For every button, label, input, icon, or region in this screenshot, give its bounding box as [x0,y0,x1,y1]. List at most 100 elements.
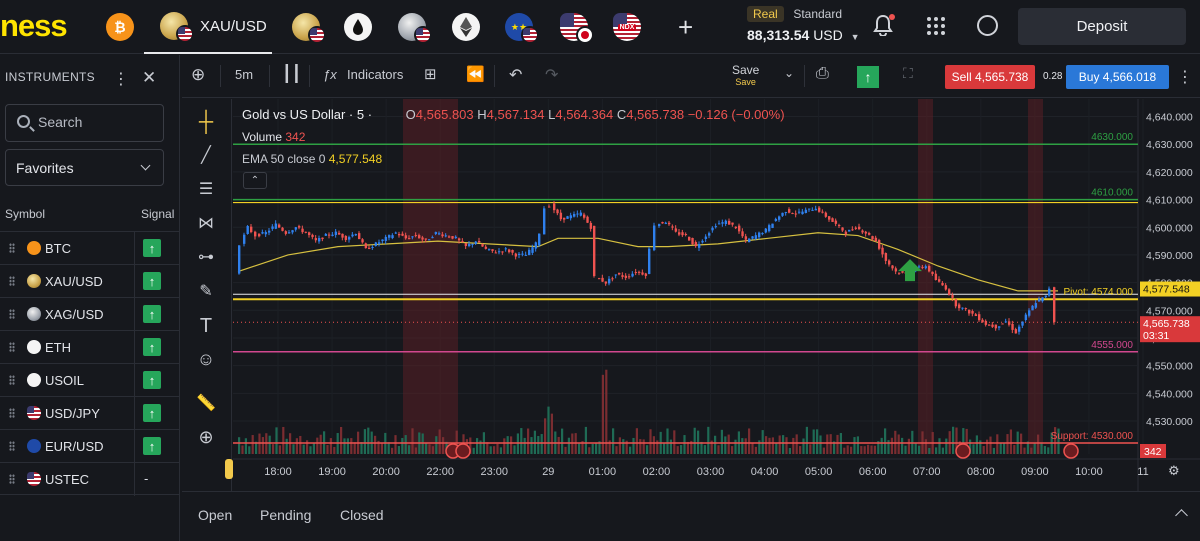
instrument-row-ustec[interactable]: USTEC - [0,462,180,496]
signal-up-button[interactable]: ↑ [857,66,879,88]
fullscreen-icon[interactable]: ⛶ [903,65,913,82]
camera-icon[interactable]: ⎙ [816,65,829,83]
high-value: 4,567.134 [486,107,545,122]
sell-button[interactable]: Sell 4,565.738 [945,65,1035,89]
signal-up-icon[interactable]: ↑ [143,239,161,257]
pattern-icon[interactable]: ⋈ [195,213,217,235]
instrument-row-usdjpy[interactable]: USD/JPY ↑ [0,396,180,430]
save-button[interactable]: Save Save [732,64,759,88]
search-input[interactable] [38,114,158,130]
tab-usdjpy[interactable] [560,0,594,54]
replay-icon[interactable]: ⏪ [466,65,485,83]
instrument-row-eth[interactable]: ETH ↑ [0,330,180,364]
close-icon[interactable]: ✕ [142,68,157,88]
account-selector[interactable]: Real Standard 88,313.54 USD ▼ [747,6,860,43]
instrument-row-xauusd[interactable]: XAU/USD ↑ [0,264,180,298]
fib-retracement-icon[interactable]: ☰ [195,179,217,201]
instrument-row-eurusd[interactable]: EUR/USD ↑ [0,429,180,463]
apps-grid-icon[interactable] [927,17,945,35]
deposit-button[interactable]: Deposit [1018,8,1186,45]
signal-up-icon[interactable]: ↑ [143,338,161,356]
tab-xag[interactable] [398,0,432,54]
more-options-icon[interactable]: ⋮ [1177,67,1193,87]
signal-up-icon[interactable]: ↑ [143,437,161,455]
text-tool-icon[interactable]: T [195,315,217,337]
tab-closed[interactable]: Closed [340,507,384,523]
user-profile-icon[interactable] [977,15,998,36]
more-options-icon[interactable]: ⋮ [113,69,129,89]
drag-handle-icon[interactable] [9,441,15,451]
drag-handle-icon[interactable] [9,243,15,253]
tab-usoil[interactable] [344,0,372,54]
chevron-up-icon[interactable] [1175,509,1188,522]
candle-body [448,236,451,238]
toolbar-collapse-handle[interactable] [225,459,233,479]
tab-xagusd[interactable] [292,0,326,54]
instrument-row-btc[interactable]: BTC ↑ [0,231,180,265]
candle-body [271,226,274,229]
zoom-in-icon[interactable]: ⊕ [195,427,217,449]
redo-icon[interactable]: ↷ [545,65,558,85]
chevron-down-icon[interactable]: ⌄ [784,66,794,80]
tab-eurusd[interactable]: ★★ [505,0,539,54]
signal-up-icon[interactable]: ↑ [143,404,161,422]
drag-handle-icon[interactable] [9,342,15,352]
drag-handle-icon[interactable] [9,276,15,286]
drag-handle-icon[interactable] [9,408,15,418]
tab-label: XAU/USD [200,17,267,35]
candle-body [334,231,338,235]
chart-legend: Gold vs US Dollar · 5 · O4,565.803 H4,56… [242,107,785,122]
indicators-fx-icon[interactable]: ƒx [323,67,337,82]
tab-eth[interactable] [452,0,480,54]
tab-btc[interactable]: ₿ [106,0,134,54]
projection-icon[interactable]: ⊶ [195,247,217,269]
ruler-icon[interactable]: 📏 [195,393,217,415]
candle-body [458,238,461,241]
candle-body [658,224,661,227]
buy-button[interactable]: Buy 4,566.018 [1066,65,1169,89]
y-tick-label: 4,620.000 [1146,167,1193,179]
drag-handle-icon[interactable] [9,309,15,319]
tab-xauusd[interactable]: XAU/USD [144,0,272,54]
drag-handle-icon[interactable] [9,375,15,385]
crosshair-icon[interactable]: ┼ [195,111,217,133]
candle-body [531,247,534,253]
emoji-icon[interactable]: ☺ [195,349,217,371]
trendline-icon[interactable]: ╱ [195,145,217,167]
candle-type-icon[interactable]: ┃┃ [282,64,301,84]
collapse-legend-button[interactable]: ⌃ [243,172,267,189]
brand-logo[interactable]: ness [0,8,68,44]
notifications-bell-icon[interactable] [873,14,895,37]
signal-up-icon[interactable]: ↑ [143,272,161,290]
candle-body [243,234,246,244]
tab-ustec[interactable]: NDX [613,0,641,54]
brush-icon[interactable]: ✎ [195,281,217,303]
y-tick-label: 4,600.000 [1146,222,1193,234]
timeframe-selector[interactable]: 5m [235,67,253,82]
tab-open[interactable]: Open [198,507,232,523]
countdown-label: 03:31 [1143,330,1169,342]
layouts-icon[interactable]: ⊞ [424,65,437,83]
undo-icon[interactable]: ↶ [509,65,522,85]
candle-body [788,209,791,213]
drag-handle-icon[interactable] [9,474,15,484]
candle-body [814,208,818,211]
add-symbol-icon[interactable]: ⊕ [191,65,205,85]
indicators-button[interactable]: Indicators [347,67,403,82]
candle-body [576,213,579,215]
add-tab-button[interactable]: + [678,12,693,43]
tab-pending[interactable]: Pending [260,507,311,523]
volume-bar [622,439,625,454]
signal-up-icon[interactable]: ↑ [143,371,161,389]
volume-bar [272,444,275,454]
instrument-row-xagusd[interactable]: XAG/USD ↑ [0,297,180,331]
instrument-row-usoil[interactable]: USOIL ↑ [0,363,180,397]
candle-body [569,215,573,219]
candle-body [381,239,384,242]
signal-up-icon[interactable]: ↑ [143,305,161,323]
level-label: 4610.000 [1091,188,1133,199]
candle-body [688,236,691,241]
list-filter-dropdown[interactable]: Favorites [5,149,164,186]
search-box[interactable] [5,104,164,142]
volume-bar [571,433,574,454]
